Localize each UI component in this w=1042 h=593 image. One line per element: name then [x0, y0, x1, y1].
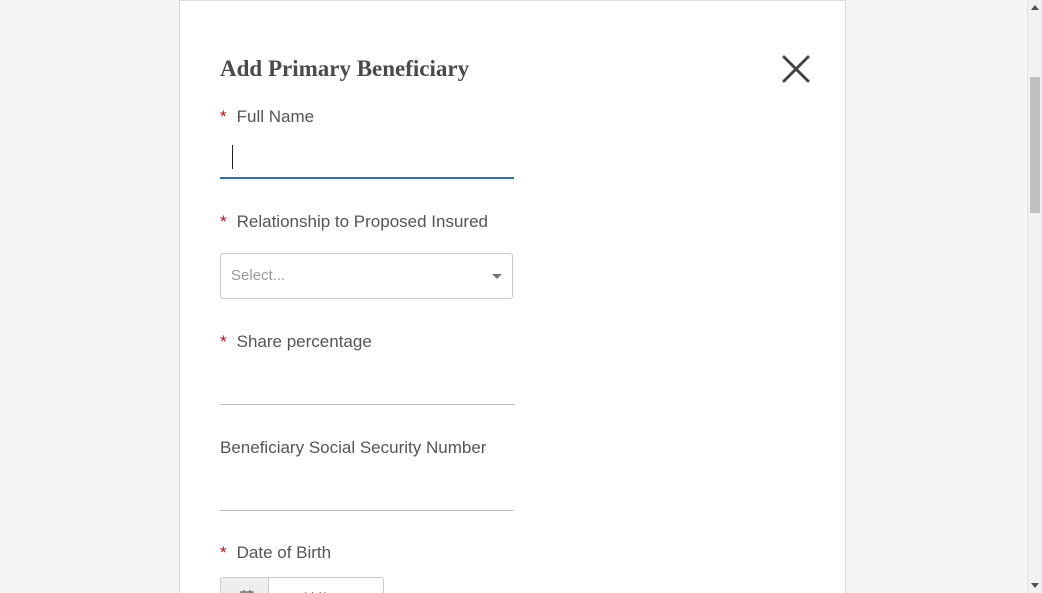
calendar-button[interactable]: [220, 577, 269, 593]
relationship-select-placeholder: Select...: [231, 267, 286, 284]
required-marker: *: [220, 543, 227, 562]
full-name-input[interactable]: [220, 139, 514, 179]
ssn-label: Beneficiary Social Security Number: [220, 438, 486, 458]
full-name-label: * Full Name: [220, 107, 314, 127]
required-marker: *: [220, 212, 227, 231]
relationship-label: * Relationship to Proposed Insured: [220, 212, 488, 232]
dob-label: * Date of Birth: [220, 543, 331, 563]
relationship-label-text: Relationship to Proposed Insured: [236, 212, 489, 231]
text-caret: [232, 145, 233, 169]
share-percentage-input[interactable]: [220, 365, 514, 405]
page-scrollbar[interactable]: [1027, 0, 1042, 593]
share-percentage-label: * Share percentage: [220, 332, 372, 352]
dob-label-text: Date of Birth: [236, 543, 332, 562]
calendar-icon: [240, 590, 254, 593]
chevron-down-icon: [492, 274, 502, 279]
dob-input[interactable]: [269, 577, 384, 593]
scroll-up-icon[interactable]: [1031, 5, 1039, 10]
add-beneficiary-modal: Add Primary Beneficiary * Full Name * Rela…: [179, 0, 846, 593]
required-marker: *: [220, 332, 227, 351]
ssn-input[interactable]: [220, 471, 514, 511]
close-icon: [782, 55, 810, 83]
close-button[interactable]: [780, 53, 812, 85]
scroll-thumb[interactable]: [1030, 77, 1040, 213]
relationship-select[interactable]: Select...: [220, 253, 513, 299]
required-marker: *: [220, 107, 227, 126]
full-name-label-text: Full Name: [236, 107, 315, 126]
page: Add Primary Beneficiary * Full Name * Rela…: [0, 0, 1042, 593]
share-percentage-label-text: Share percentage: [236, 332, 372, 351]
ssn-label-text: Beneficiary Social Security Number: [220, 438, 487, 457]
modal-title: Add Primary Beneficiary: [220, 56, 470, 81]
scroll-down-icon[interactable]: [1031, 583, 1039, 588]
